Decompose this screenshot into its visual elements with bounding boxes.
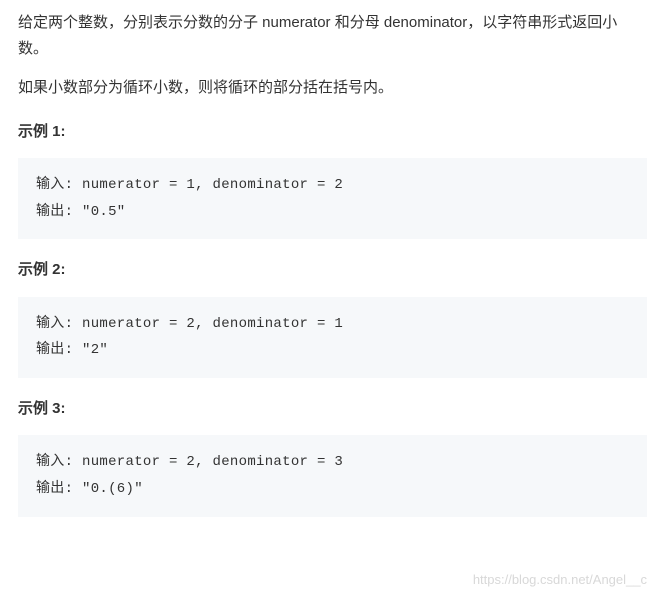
example-code-1: 输入: numerator = 1, denominator = 2 输出: "… bbox=[18, 158, 647, 239]
example-code-2: 输入: numerator = 2, denominator = 1 输出: "… bbox=[18, 297, 647, 378]
example-title-2: 示例 2: bbox=[18, 257, 647, 283]
problem-description-2: 如果小数部分为循环小数，则将循环的部分括在括号内。 bbox=[18, 75, 647, 101]
example-title-1: 示例 1: bbox=[18, 119, 647, 145]
example-title-3: 示例 3: bbox=[18, 396, 647, 422]
example-code-3: 输入: numerator = 2, denominator = 3 输出: "… bbox=[18, 435, 647, 516]
problem-description-1: 给定两个整数，分别表示分数的分子 numerator 和分母 denominat… bbox=[18, 10, 647, 61]
watermark-text: https://blog.csdn.net/Angel__c bbox=[473, 569, 647, 591]
